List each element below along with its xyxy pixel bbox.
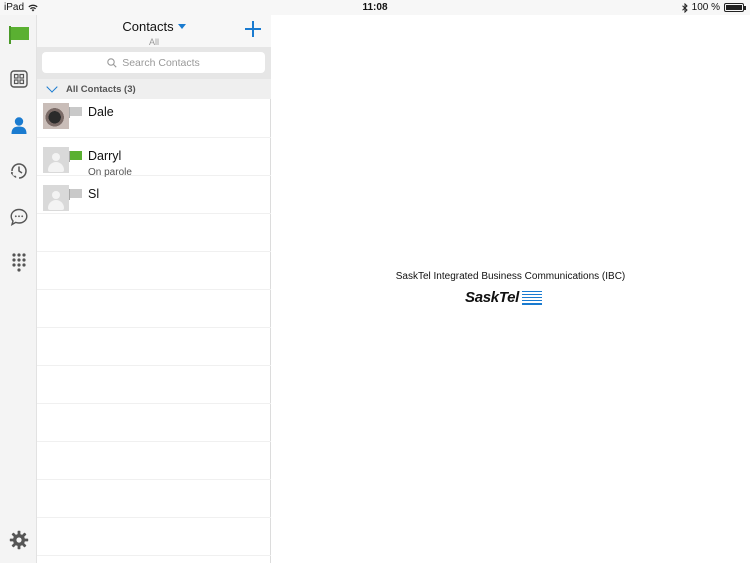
battery-icon <box>724 3 746 12</box>
dialpad-button[interactable] <box>0 245 37 279</box>
avatar <box>43 103 69 129</box>
brand-logo-text: SaskTel <box>465 289 520 306</box>
search-bar: Search Contacts <box>37 47 271 79</box>
status-bar-right: 100 % <box>681 2 746 13</box>
contacts-title-dropdown[interactable]: Contacts All <box>37 18 271 47</box>
contact-name: Sl <box>88 187 100 201</box>
presence-flag-icon <box>69 107 82 118</box>
search-icon <box>107 57 117 68</box>
contact-status: On parole <box>88 167 132 178</box>
brand-logo: SaskTel <box>465 289 543 306</box>
presence-flag-icon <box>69 189 82 200</box>
battery-percent: 100 % <box>691 2 720 13</box>
contact-row-dale[interactable]: Dale <box>37 99 271 137</box>
avatar <box>43 185 69 211</box>
panel-title: Contacts <box>122 19 174 34</box>
status-bar: iPad 11:08 100 % <box>0 0 750 15</box>
contact-row-darryl[interactable]: Darryl On parole <box>37 143 271 181</box>
detail-pane: SaskTel Integrated Business Communicatio… <box>271 15 750 563</box>
group-label: All Contacts (3) <box>66 83 136 95</box>
dashboard-icon <box>9 70 28 88</box>
call-history-icon <box>10 163 27 179</box>
search-placeholder: Search Contacts <box>122 56 200 69</box>
contacts-person-icon <box>11 117 26 134</box>
clock: 11:08 <box>362 2 388 13</box>
bluetooth-icon <box>681 2 688 13</box>
presence-flag-icon <box>8 26 29 44</box>
gear-icon <box>9 530 28 550</box>
chat-button[interactable] <box>0 200 37 234</box>
chevron-down-icon <box>46 81 58 93</box>
group-header-all-contacts[interactable]: All Contacts (3) <box>37 79 271 99</box>
brand-caption: SaskTel Integrated Business Communicatio… <box>395 271 626 282</box>
contact-row-sl[interactable]: Sl <box>37 181 271 219</box>
contact-name: Darryl <box>88 149 122 163</box>
contacts-list: Dale Darryl On parole Sl <box>37 99 271 563</box>
chat-bubble-icon <box>9 208 28 226</box>
add-contact-button[interactable] <box>245 21 261 37</box>
call-history-button[interactable] <box>0 154 37 188</box>
contacts-panel: Contacts All Search Contacts All Contact… <box>37 15 271 563</box>
contacts-button[interactable] <box>0 108 37 142</box>
filter-label: All <box>148 37 159 47</box>
search-input[interactable]: Search Contacts <box>42 52 265 73</box>
avatar <box>43 147 69 173</box>
dialpad-icon <box>11 253 26 272</box>
dropdown-caret-icon <box>177 24 186 30</box>
presence-button[interactable] <box>0 18 37 52</box>
settings-button[interactable] <box>0 523 37 557</box>
dashboard-button[interactable] <box>0 62 37 96</box>
contacts-header: Contacts All <box>37 15 271 47</box>
presence-flag-icon <box>69 151 82 162</box>
contact-name: Dale <box>88 105 114 119</box>
brand-mark-icon <box>522 290 543 305</box>
navigation-rail <box>0 15 37 563</box>
